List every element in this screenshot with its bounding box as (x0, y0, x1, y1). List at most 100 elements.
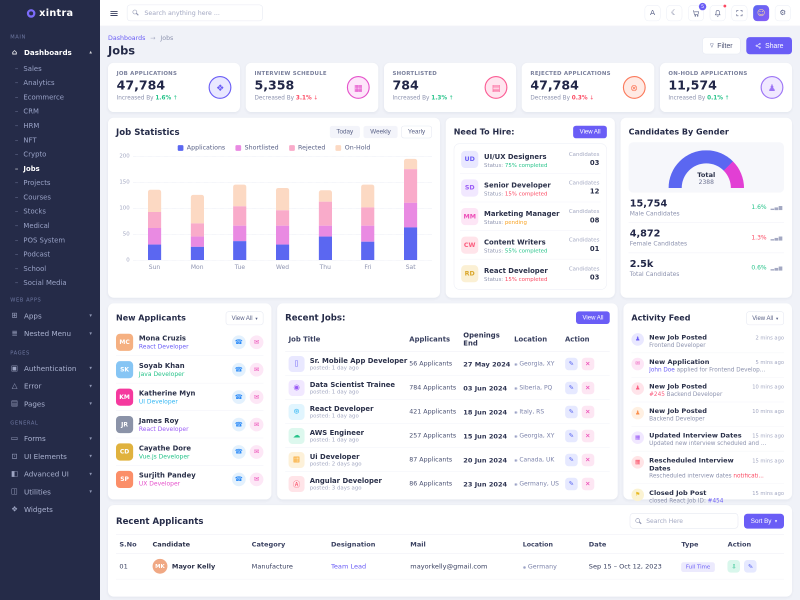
trash-icon[interactable] (582, 381, 595, 394)
message-icon[interactable] (250, 390, 264, 404)
sidebar-item-authentication[interactable]: Authentication (0, 359, 100, 377)
trash-icon[interactable] (582, 405, 595, 418)
trash-icon[interactable] (582, 429, 595, 442)
new-applicants-view-all-button[interactable]: View All (226, 311, 263, 325)
sidebar-item-stocks[interactable]: Stocks (0, 204, 100, 218)
sidebar-item-hrm[interactable]: HRM (0, 118, 100, 132)
sidebar-item-advanced-ui[interactable]: Advanced UI (0, 465, 100, 483)
sidebar-item-analytics[interactable]: Analytics (0, 75, 100, 89)
recent-jobs-rows: Sr. Mobile App Developer posted: 1 day a… (285, 352, 610, 495)
recent-jobs-view-all-button[interactable]: View All (576, 311, 609, 324)
activity-feed-view-all-button[interactable]: View All (747, 311, 784, 325)
bar-wed[interactable] (276, 188, 289, 260)
search-input[interactable] (127, 5, 263, 22)
activity-link[interactable]: #245 (649, 391, 665, 397)
gear-icon[interactable] (775, 5, 791, 21)
sidebar-item-medical[interactable]: Medical (0, 218, 100, 232)
bar-sat[interactable] (404, 159, 417, 260)
download-icon[interactable] (728, 560, 741, 573)
list-item[interactable]: CD Cayathe Dore Vue.js Developer (116, 438, 263, 465)
list-item[interactable]: SD Senior Developer Status: 15% complete… (460, 174, 601, 203)
list-item[interactable]: RD React Developer Status: 15% completed (460, 259, 601, 287)
bar-fri[interactable] (361, 185, 374, 260)
sidebar-item-apps[interactable]: Apps (0, 307, 100, 325)
cart-icon[interactable]: 5 (688, 5, 704, 21)
sort-by-button[interactable]: Sort By (744, 513, 784, 528)
candidate-designation[interactable]: Team Lead (331, 562, 410, 570)
message-icon[interactable] (250, 335, 264, 349)
hamburger-icon[interactable] (109, 6, 119, 20)
user-avatar[interactable]: ☺ (753, 5, 769, 21)
sidebar-item-nft[interactable]: NFT (0, 133, 100, 147)
bar-sun[interactable] (148, 190, 161, 260)
phone-icon[interactable] (232, 472, 246, 486)
activity-link[interactable]: John Doe (649, 367, 675, 373)
list-item[interactable]: SK Soyab Khan Java Developer (116, 356, 263, 383)
role-name: Content Writers (484, 238, 546, 246)
sidebar-item-crypto[interactable]: Crypto (0, 147, 100, 161)
phone-icon[interactable] (232, 445, 246, 459)
message-icon[interactable] (250, 417, 264, 431)
pencil-icon[interactable] (565, 381, 578, 394)
pencil-icon[interactable] (565, 477, 578, 490)
list-item[interactable]: MC Mona Cruzis React Developer (116, 329, 263, 356)
message-icon[interactable] (250, 363, 264, 377)
need-to-hire-view-all-button[interactable]: View All (573, 126, 606, 139)
list-item[interactable]: SP Surjith Pandey UX Developer (116, 466, 263, 493)
phone-icon[interactable] (232, 417, 246, 431)
share-button[interactable]: Share (746, 37, 792, 54)
sidebar-item-projects[interactable]: Projects (0, 175, 100, 189)
trash-icon[interactable] (582, 477, 595, 490)
sidebar-item-forms[interactable]: Forms (0, 430, 100, 448)
pencil-icon[interactable] (565, 453, 578, 466)
pencil-icon[interactable] (565, 405, 578, 418)
bar-thu[interactable] (319, 190, 332, 260)
list-item[interactable]: CW Content Writers Status: 55% completed (460, 231, 601, 260)
moon-icon[interactable] (666, 5, 682, 21)
list-item[interactable]: JR James Roy React Developer (116, 411, 263, 438)
phone-icon[interactable] (232, 390, 246, 404)
sidebar-item-social-media[interactable]: Social Media (0, 275, 100, 289)
sidebar-item-ui-elements[interactable]: UI Elements (0, 447, 100, 465)
phone-icon[interactable] (232, 363, 246, 377)
app-logo[interactable]: xintra (0, 0, 100, 26)
bar-tue[interactable] (233, 185, 246, 260)
sidebar-item-courses[interactable]: Courses (0, 190, 100, 204)
pencil-icon[interactable] (744, 560, 757, 573)
tab-yearly[interactable]: Yearly (401, 126, 432, 139)
sidebar-item-ecommerce[interactable]: Ecommerce (0, 90, 100, 104)
sidebar-item-nested-menu[interactable]: Nested Menu (0, 325, 100, 343)
language-icon[interactable] (645, 5, 661, 21)
breadcrumb-dashboards[interactable]: Dashboards (108, 34, 145, 41)
bell-icon[interactable] (710, 5, 726, 21)
list-item[interactable]: MM Marketing Manager Status: pending (460, 202, 601, 231)
activity-link[interactable]: notificati... (733, 473, 763, 479)
sidebar-item-school[interactable]: School (0, 261, 100, 275)
sidebar-item-podcast[interactable]: Podcast (0, 247, 100, 261)
activity-link[interactable]: #454 (708, 497, 724, 503)
sidebar-item-sales[interactable]: Sales (0, 61, 100, 75)
filter-button[interactable]: Filter (702, 37, 741, 54)
list-item[interactable]: UD UI/UX Designers Status: 75% completed (460, 145, 601, 174)
sidebar-item-crm[interactable]: CRM (0, 104, 100, 118)
sidebar-item-pos-system[interactable]: POS System (0, 233, 100, 247)
sidebar-item-utilities[interactable]: Utilities (0, 483, 100, 501)
tab-weekly[interactable]: Weekly (363, 126, 397, 139)
bar-mon[interactable] (191, 195, 204, 260)
message-icon[interactable] (250, 445, 264, 459)
trash-icon[interactable] (582, 453, 595, 466)
pencil-icon[interactable] (565, 357, 578, 370)
sidebar-item-jobs[interactable]: Jobs (0, 161, 100, 175)
sidebar-item-widgets[interactable]: Widgets (0, 501, 100, 519)
tab-today[interactable]: Today (329, 126, 359, 139)
trash-icon[interactable] (582, 357, 595, 370)
sidebar-item-pages[interactable]: Pages (0, 395, 100, 413)
pencil-icon[interactable] (565, 429, 578, 442)
message-icon[interactable] (250, 472, 264, 486)
table-search-input[interactable] (630, 513, 739, 528)
sidebar-item-dashboards[interactable]: Dashboards (0, 43, 100, 61)
sidebar-item-error[interactable]: Error (0, 377, 100, 395)
fullscreen-icon[interactable] (731, 5, 747, 21)
phone-icon[interactable] (232, 335, 246, 349)
list-item[interactable]: KM Katherine Myn UI Developer (116, 383, 263, 410)
